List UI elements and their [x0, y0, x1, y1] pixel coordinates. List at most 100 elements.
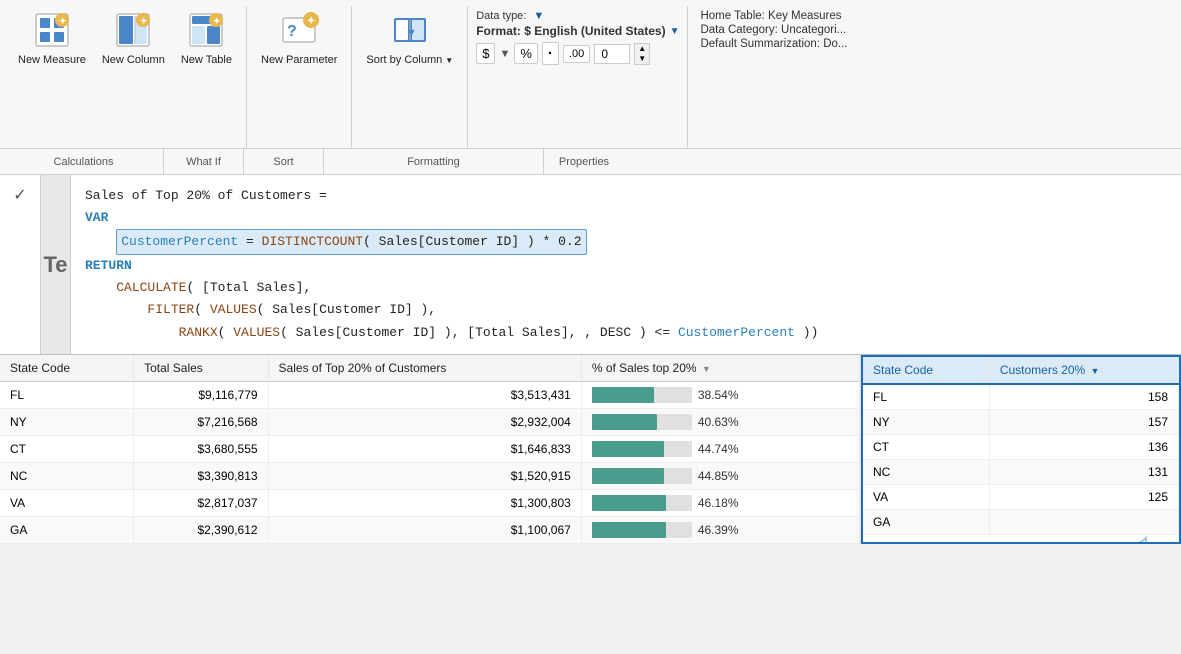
col-state-code: State Code [0, 355, 134, 382]
formula-te-label: Te [41, 175, 71, 354]
formula-content[interactable]: Sales of Top 20% of Customers = VAR Cust… [71, 175, 1181, 354]
new-parameter-button[interactable]: ? ✦ New Parameter [255, 6, 343, 71]
sort-by-column-button[interactable]: ▼ Sort by Column ▼ [360, 6, 459, 71]
state-cell-r: GA [863, 510, 989, 535]
state-cell: CT [0, 436, 134, 463]
table-row: NC 131 [863, 460, 1179, 485]
svg-text:✦: ✦ [140, 16, 148, 26]
svg-text:✦: ✦ [59, 16, 67, 26]
pct-cell: 46.39% [581, 517, 859, 544]
table-row: FL 158 [863, 384, 1179, 410]
highlighted-formula-line: CustomerPercent = DISTINCTCOUNT( Sales[C… [116, 229, 586, 255]
new-measure-label: New Measure [18, 54, 86, 67]
decimal-spinner: ▲ ▼ [634, 43, 650, 65]
decimal-00-button[interactable]: .00 [563, 45, 590, 63]
table-row: CT 136 [863, 435, 1179, 460]
left-data-table: State Code Total Sales Sales of Top 20% … [0, 355, 860, 544]
left-table-body: FL $9,116,779 $3,513,431 38.54% NY $7,21… [0, 382, 860, 544]
state-cell: GA [0, 517, 134, 544]
new-column-icon: ✦ [113, 10, 153, 50]
currency-button[interactable]: $ [476, 43, 495, 64]
data-category: Data Category: Uncategori... [700, 24, 1165, 36]
sort-by-column-label: Sort by Column ▼ [366, 54, 453, 67]
table-row: NY $7,216,568 $2,932,004 40.63% [0, 409, 860, 436]
total-sales-cell: $7,216,568 [134, 409, 268, 436]
calculate-line: CALCULATE( [Total Sales], [116, 280, 311, 295]
customers-cell: 157 [989, 410, 1178, 435]
new-measure-icon: ✦ [32, 10, 72, 50]
sort-label: Sort [244, 149, 324, 174]
spinner-down[interactable]: ▼ [635, 54, 649, 64]
right-data-table: State Code Customers 20% ▼ FL 158 NY 157… [863, 357, 1179, 535]
pct-cell: 46.18% [581, 490, 859, 517]
customers-cell: 131 [989, 460, 1178, 485]
table-row: NC $3,390,813 $1,520,915 44.85% [0, 463, 860, 490]
customers-cell [989, 510, 1178, 535]
table-row: GA [863, 510, 1179, 535]
new-parameter-label: New Parameter [261, 54, 337, 67]
pct-cell: 44.74% [581, 436, 859, 463]
tables-area: State Code Total Sales Sales of Top 20% … [0, 355, 1181, 544]
total-sales-cell: $2,390,612 [134, 517, 268, 544]
table-row: VA $2,817,037 $1,300,803 46.18% [0, 490, 860, 517]
state-cell-r: FL [863, 384, 989, 410]
col-total-sales: Total Sales [134, 355, 268, 382]
col-state-code-r: State Code [863, 357, 989, 384]
table-row: NY 157 [863, 410, 1179, 435]
new-table-icon: ✦ [186, 10, 226, 50]
col-customers-20: Customers 20% ▼ [989, 357, 1178, 384]
left-table-header-row: State Code Total Sales Sales of Top 20% … [0, 355, 860, 382]
pct-cell: 40.63% [581, 409, 859, 436]
state-cell: VA [0, 490, 134, 517]
formatting-label: Formatting [324, 149, 544, 174]
data-type-label: Data type: ▼ [476, 10, 679, 22]
sales-top20-cell: $1,100,067 [268, 517, 581, 544]
svg-text:✦: ✦ [307, 16, 315, 27]
new-table-button[interactable]: ✦ New Table [175, 6, 238, 71]
new-column-button[interactable]: ✦ New Column [96, 6, 171, 71]
decimal-button[interactable]: · [542, 42, 559, 65]
home-table: Home Table: Key Measures [700, 10, 1165, 22]
toolbar-ribbon: ✦ New Measure ✦ New Column [0, 0, 1181, 148]
col-pct-top20: % of Sales top 20% ▼ [581, 355, 859, 382]
sales-top20-cell: $3,513,431 [268, 382, 581, 409]
new-measure-button[interactable]: ✦ New Measure [12, 6, 92, 71]
format-controls: $ ▼ % · .00 ▲ ▼ [476, 42, 679, 65]
rankx-line: RANKX( VALUES( Sales[Customer ID] ), [To… [179, 325, 819, 340]
table-row: CT $3,680,555 $1,646,833 44.74% [0, 436, 860, 463]
state-cell-r: NC [863, 460, 989, 485]
table-row: GA $2,390,612 $1,100,067 46.39% [0, 517, 860, 544]
formatting-group: Data type: ▼ Format: $ English (United S… [468, 6, 688, 148]
toolbar-labels-row: Calculations What If Sort Formatting Pro… [0, 148, 1181, 174]
calculations-group: ✦ New Measure ✦ New Column [4, 6, 247, 148]
total-sales-cell: $2,817,037 [134, 490, 268, 517]
new-table-label: New Table [181, 54, 232, 67]
subscribe-watermark: SUBSCRIBE [1123, 533, 1169, 544]
col-sales-top20: Sales of Top 20% of Customers [268, 355, 581, 382]
svg-text:?: ? [287, 23, 297, 40]
decimal-places-input[interactable] [594, 44, 630, 64]
measure-title: Sales of Top 20% of Customers = [85, 188, 327, 203]
sales-top20-cell: $1,300,803 [268, 490, 581, 517]
sales-top20-cell: $1,520,915 [268, 463, 581, 490]
pct-cell: 38.54% [581, 382, 859, 409]
state-cell-r: VA [863, 485, 989, 510]
whatif-label: What If [164, 149, 244, 174]
subscribe-icon: SUBSCRIBE [1123, 533, 1169, 544]
properties-label: Properties [544, 149, 624, 174]
total-sales-cell: $9,116,779 [134, 382, 268, 409]
pct-cell: 44.85% [581, 463, 859, 490]
whatif-group: ? ✦ New Parameter [247, 6, 352, 148]
new-parameter-icon: ? ✦ [279, 10, 319, 50]
formula-check-area: ✓ [0, 175, 41, 354]
customers-cell: 136 [989, 435, 1178, 460]
total-sales-cell: $3,390,813 [134, 463, 268, 490]
right-table: State Code Customers 20% ▼ FL 158 NY 157… [861, 355, 1181, 544]
sales-top20-cell: $1,646,833 [268, 436, 581, 463]
calculations-label: Calculations [4, 149, 164, 174]
spinner-up[interactable]: ▲ [635, 44, 649, 54]
svg-text:▼: ▼ [406, 27, 417, 39]
filter-line: FILTER( VALUES( Sales[Customer ID] ), [147, 302, 436, 317]
confirm-formula-button[interactable]: ✓ [8, 183, 32, 207]
percent-button[interactable]: % [514, 43, 538, 64]
